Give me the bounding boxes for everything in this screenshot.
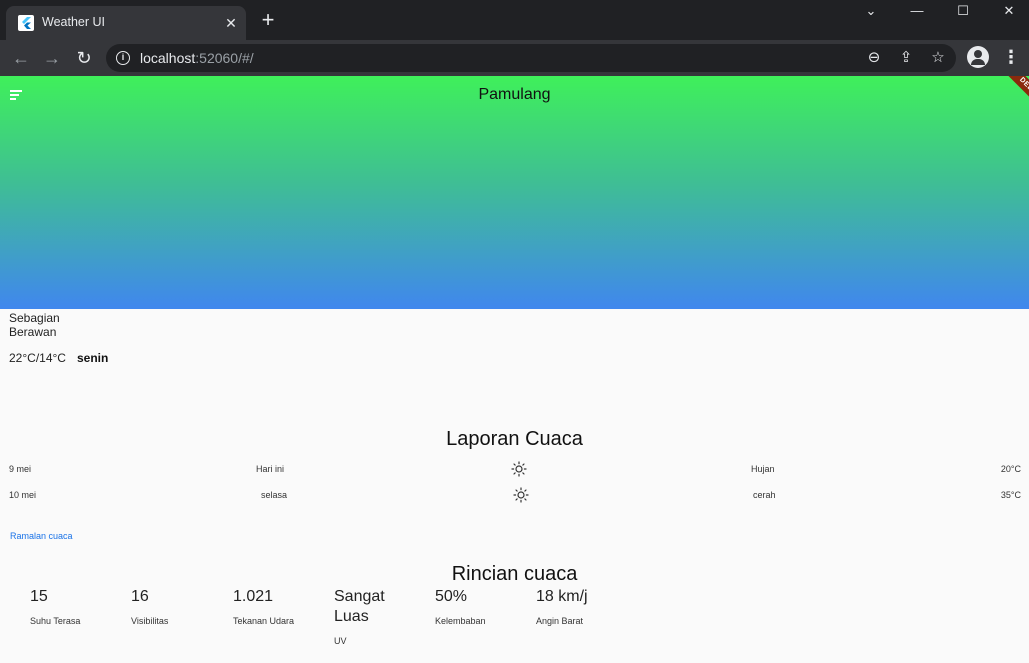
- tab-search-chevron-icon[interactable]: ⌄: [848, 0, 894, 24]
- sun-icon: [511, 461, 527, 477]
- zoom-icon[interactable]: ⊖: [864, 48, 884, 68]
- current-condition: Sebagian Berawan: [9, 311, 79, 339]
- browser-tab[interactable]: Weather UI ✕: [6, 6, 246, 40]
- bookmark-star-icon[interactable]: ☆: [928, 48, 948, 68]
- tab-title: Weather UI: [42, 15, 105, 29]
- window-close-button[interactable]: ✕: [986, 0, 1029, 24]
- report-condition: Hujan: [751, 464, 775, 474]
- detail-item-pressure: 1.021 Tekanan Udara: [233, 587, 333, 626]
- report-day: selasa: [261, 490, 288, 500]
- weather-app: Pamulang DEBUG Sebagian Berawan 22°C/14°…: [0, 76, 1029, 663]
- forward-button[interactable]: →: [39, 45, 65, 71]
- window-maximize-button[interactable]: ☐: [940, 0, 986, 24]
- detail-value-line-2: Luas: [334, 608, 369, 625]
- browser-toolbar: ← → ↻ i localhost:52060/#/ ⊖ ⇪ ☆ ⋮: [0, 40, 1029, 76]
- detail-item-visibility: 16 Visibilitas: [131, 587, 231, 626]
- browser-menu-icon[interactable]: ⋮: [1002, 46, 1020, 70]
- hero-gradient-header: Pamulang DEBUG: [0, 76, 1029, 309]
- back-button[interactable]: ←: [8, 45, 34, 71]
- condition-line-2: Berawan: [9, 325, 57, 339]
- detail-value: 50%: [435, 588, 468, 605]
- detail-item-uv: Sangat Luas UV: [334, 587, 434, 646]
- forecast-link[interactable]: Ramalan cuaca: [10, 531, 73, 541]
- report-date: 9 mei: [9, 464, 32, 474]
- browser-tab-strip: Weather UI ✕ + ⌄ — ☐ ✕: [0, 0, 1029, 40]
- report-date: 10 mei: [9, 490, 37, 500]
- share-icon[interactable]: ⇪: [896, 48, 916, 68]
- report-temp: 20°C: [1000, 464, 1021, 474]
- detail-label: Tekanan Udara: [233, 616, 295, 626]
- detail-item-humidity: 50% Kelembaban: [435, 587, 535, 626]
- detail-item-wind: 18 km/j Angin Barat: [536, 587, 636, 626]
- url-host: localhost: [140, 50, 196, 66]
- detail-item-feels-like: 15 Suhu Terasa: [30, 587, 130, 626]
- details-title: Rincian cuaca: [451, 563, 578, 585]
- url-path: :52060/#/: [195, 50, 254, 66]
- detail-value-line-1: Sangat: [334, 588, 385, 605]
- tab-close-icon[interactable]: ✕: [222, 14, 240, 32]
- detail-value: 16: [131, 588, 149, 605]
- detail-label: UV: [334, 636, 347, 646]
- reload-button[interactable]: ↻: [71, 45, 97, 71]
- report-title: Laporan Cuaca: [446, 428, 583, 450]
- report-row: 10 mei selasa cerah 35°C: [0, 487, 1029, 503]
- detail-label: Angin Barat: [536, 616, 584, 626]
- report-row: 9 mei Hari ini Hujan 20°C: [0, 461, 1029, 477]
- temperature-range: 22°C/14°C: [9, 351, 66, 365]
- detail-value: 18 km/j: [536, 588, 588, 605]
- address-bar[interactable]: i localhost:52060/#/ ⊖ ⇪ ☆: [106, 44, 956, 72]
- window-minimize-button[interactable]: —: [894, 0, 940, 24]
- report-day: Hari ini: [256, 464, 285, 474]
- url-text[interactable]: localhost:52060/#/: [140, 50, 254, 66]
- flutter-favicon-icon: [18, 15, 34, 31]
- detail-label: Visibilitas: [131, 616, 169, 626]
- detail-label: Suhu Terasa: [30, 616, 81, 626]
- location-title: Pamulang: [478, 86, 551, 103]
- detail-value: 1.021: [233, 588, 274, 605]
- detail-label: Kelembaban: [435, 616, 486, 626]
- sun-icon: [513, 487, 529, 503]
- current-day: senin: [77, 351, 109, 365]
- condition-line-1: Sebagian: [9, 311, 60, 325]
- report-temp: 35°C: [1000, 490, 1021, 500]
- detail-value: 15: [30, 588, 48, 605]
- new-tab-button[interactable]: +: [257, 9, 279, 32]
- report-condition: cerah: [753, 490, 776, 500]
- profile-avatar-icon[interactable]: [967, 46, 989, 68]
- site-info-icon[interactable]: i: [116, 51, 130, 65]
